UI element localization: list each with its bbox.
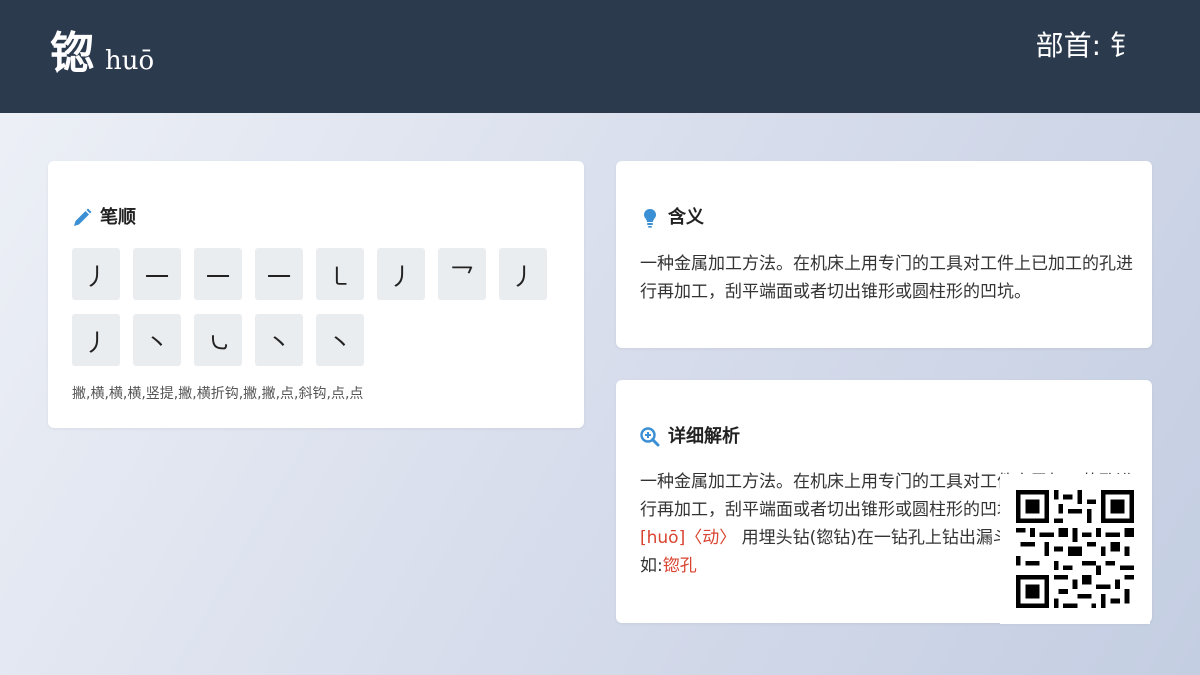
stroke-cell: 丿 <box>499 248 547 300</box>
stroke-cell: 一 <box>255 248 303 300</box>
stroke-cell: ㇃ <box>194 314 242 366</box>
radical-label: 部首: 钅 <box>1035 29 1138 62</box>
stroke-cell: 丶 <box>133 314 181 366</box>
character-title: 锪 <box>50 28 94 79</box>
detail-pronunciation: [huō] <box>640 528 686 548</box>
stroke-grid: 丿一一一㇄丿乛丿丿丶㇃丶丶 <box>72 248 562 366</box>
header-bar: 锪 huō 部首: 钅 <box>0 0 1200 113</box>
stroke-cell: 丶 <box>255 314 303 366</box>
search-plus-icon <box>640 427 660 447</box>
stroke-cell: 乛 <box>438 248 486 300</box>
stroke-order-title-text: 笔顺 <box>100 207 136 228</box>
stroke-order-title: 笔顺 <box>72 205 136 231</box>
stroke-cell: 丿 <box>72 248 120 300</box>
detail-part-of-speech: 〈动〉 <box>685 528 737 548</box>
meaning-title: 含义 <box>640 205 704 231</box>
pencil-icon <box>72 208 92 228</box>
stroke-cell: 丿 <box>72 314 120 366</box>
pinyin-label: huō <box>105 46 155 76</box>
qr-code-image <box>1016 490 1134 608</box>
detail-example-prefix: 如: <box>640 556 663 576</box>
lightbulb-icon <box>640 208 660 228</box>
stroke-names: 撇,横,横,横,竖提,撇,横折钩,撇,撇,点,斜钩,点,点 <box>72 386 364 402</box>
stroke-cell: 丶 <box>316 314 364 366</box>
detail-example-link[interactable]: 锪孔 <box>663 556 697 576</box>
stroke-cell: ㇄ <box>316 248 364 300</box>
detail-title: 详细解析 <box>640 424 740 450</box>
detail-title-text: 详细解析 <box>668 426 740 447</box>
meaning-title-text: 含义 <box>668 207 704 228</box>
qr-code <box>1000 474 1150 624</box>
stroke-cell: 一 <box>133 248 181 300</box>
stroke-cell: 丿 <box>377 248 425 300</box>
stroke-cell: 一 <box>194 248 242 300</box>
meaning-card: 含义 一种金属加工方法。在机床上用专门的工具对工件上已加工的孔进行再加工，刮平端… <box>616 161 1152 348</box>
meaning-text: 一种金属加工方法。在机床上用专门的工具对工件上已加工的孔进行再加工，刮平端面或者… <box>640 254 1133 302</box>
stroke-order-card: 笔顺 丿一一一㇄丿乛丿丿丶㇃丶丶 撇,横,横,横,竖提,撇,横折钩,撇,撇,点,… <box>48 161 584 428</box>
